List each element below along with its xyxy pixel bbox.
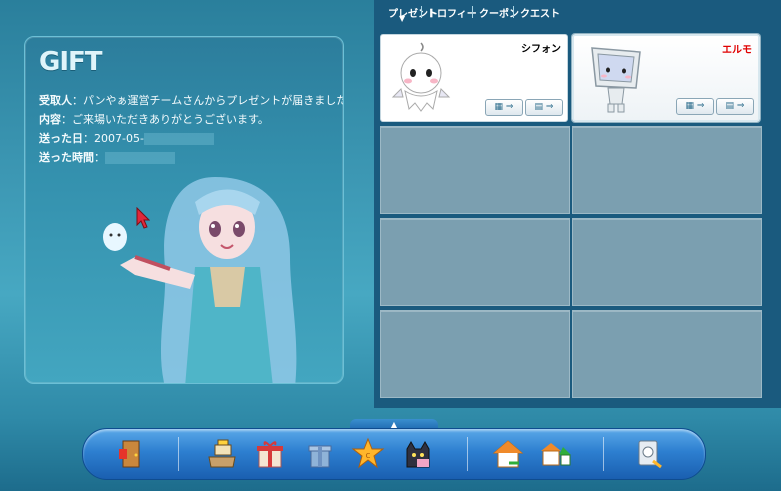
use-button-label: ⇒	[736, 101, 745, 111]
settings-plug-icon[interactable]	[631, 437, 665, 471]
empty-slot[interactable]	[572, 126, 762, 214]
chiffon-ghost-icon	[391, 42, 451, 112]
toolbar-separator	[178, 437, 179, 471]
tab-separator	[421, 6, 422, 18]
empty-slot[interactable]	[380, 218, 570, 306]
tab-quest[interactable]: クエスト	[520, 5, 560, 20]
svg-text:c: c	[366, 451, 371, 461]
gift-title: GIFT	[39, 47, 103, 77]
card-name: シフォン	[521, 44, 561, 55]
exit-door-icon[interactable]	[113, 437, 147, 471]
home-icon[interactable]	[491, 437, 525, 471]
content-label: 内容	[39, 113, 61, 126]
tab-separator	[513, 6, 514, 18]
sent-time-label: 送った時間	[39, 151, 94, 164]
tab-trophy[interactable]: トロフィー	[427, 5, 477, 20]
move-button-label: ⇒	[505, 102, 514, 112]
house-exchange-icon[interactable]	[539, 437, 573, 471]
anime-girl-illustration	[103, 177, 297, 383]
use-item-button[interactable]: ▤ ⇒	[525, 99, 563, 116]
bottom-toolbar: c	[82, 428, 706, 480]
content-value: ：ご来場いただきありがとうございます。	[61, 113, 269, 126]
empty-slot[interactable]	[572, 310, 762, 398]
move-item-button[interactable]: ▦ ⇒	[676, 98, 714, 115]
sent-date-label: 送った日	[39, 132, 83, 145]
empty-slot[interactable]	[380, 310, 570, 398]
cash-register-icon[interactable]	[205, 437, 239, 471]
active-tab-arrow-icon: ▼	[399, 14, 406, 23]
cat-pet-icon[interactable]	[401, 437, 435, 471]
gift-inventory-panel: プレゼント ▼ トロフィー クーポン クエスト シフォン ▦ ⇒ ▤ ⇒ エルモ…	[374, 0, 781, 408]
sent-date-row: 送った日：2007-05-	[39, 130, 214, 146]
mouse-cursor-icon	[136, 207, 150, 229]
gift-card-elmo[interactable]: エルモ ▦ ⇒ ▤ ⇒	[572, 34, 760, 122]
gift-box-icon[interactable]	[253, 437, 287, 471]
present-box-icon[interactable]	[303, 437, 337, 471]
move-button-label: ⇒	[696, 101, 705, 111]
toolbar-separator	[603, 437, 604, 471]
tab-separator	[472, 6, 473, 18]
masked-date	[143, 133, 214, 145]
toolbar-separator	[467, 437, 468, 471]
move-item-button[interactable]: ▦ ⇒	[485, 99, 523, 116]
sent-date-value: ：2007-05-	[83, 132, 144, 145]
gift-panel: GIFT 受取人：パンやぁ運営チームさんからプレゼントが届きました。 内容：ご来…	[24, 36, 344, 384]
recipient-value: ：パンやぁ運営チームさんからプレゼントが届きました。	[72, 94, 344, 107]
category-tabs: プレゼント ▼ トロフィー クーポン クエスト	[374, 0, 781, 28]
star-badge-icon[interactable]: c	[351, 437, 385, 471]
recipient-label: 受取人	[39, 94, 72, 107]
elmo-monitor-icon	[591, 47, 641, 113]
card-name: エルモ	[722, 45, 752, 56]
empty-slot[interactable]	[572, 218, 762, 306]
use-button-label: ⇒	[545, 102, 554, 112]
empty-slot[interactable]	[380, 126, 570, 214]
content-row: 内容：ご来場いただきありがとうございます。	[39, 111, 269, 127]
use-item-button[interactable]: ▤ ⇒	[716, 98, 754, 115]
gift-card-chiffon[interactable]: シフォン ▦ ⇒ ▤ ⇒	[380, 34, 568, 122]
recipient-row: 受取人：パンやぁ運営チームさんからプレゼントが届きました。	[39, 92, 344, 108]
